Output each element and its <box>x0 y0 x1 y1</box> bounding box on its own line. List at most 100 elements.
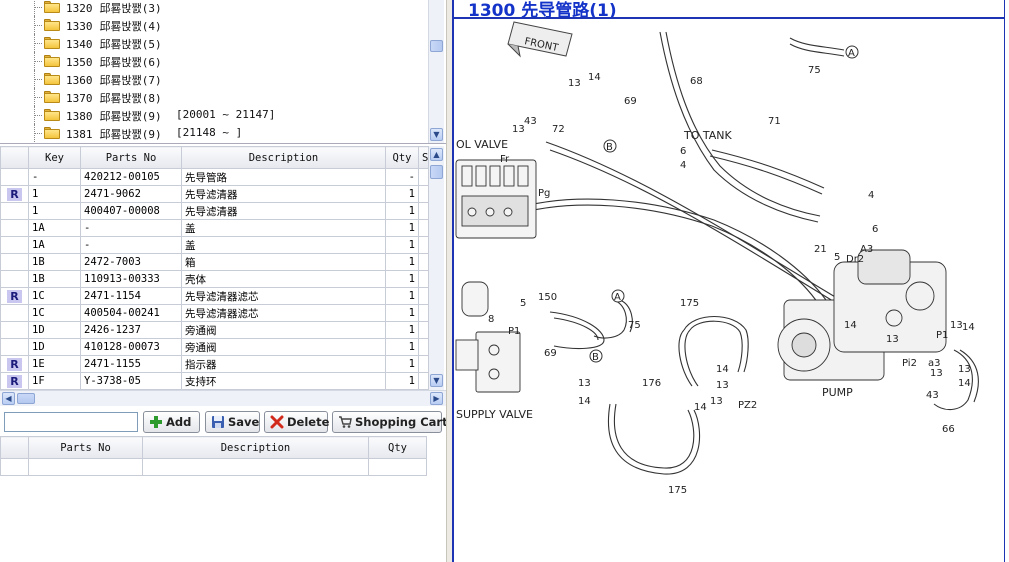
tree-item-code: 1381 <box>66 128 93 141</box>
qty-cell: 1 <box>385 202 419 220</box>
cart-column-header-description[interactable]: Description <box>142 436 369 459</box>
replacement-mark: R <box>7 289 22 303</box>
cart-empty-row[interactable] <box>0 458 427 476</box>
parts-table-row[interactable]: 1 400407-00008 先导滤清器 1 <box>0 202 433 220</box>
parts-scroll-down-button[interactable]: ▼ <box>430 374 443 387</box>
tree-connector <box>34 0 35 16</box>
delete-button[interactable]: Delete <box>264 411 329 433</box>
column-header-key[interactable]: Key <box>28 146 81 169</box>
tree-item[interactable]: 1330 邱晷밙쨄(4) <box>0 16 428 34</box>
add-button[interactable]: Add <box>143 411 200 433</box>
hscroll-right-button[interactable]: ▶ <box>430 392 443 405</box>
description-cell: 盖 <box>181 219 386 237</box>
part-number-6-tank: 6 <box>680 146 686 157</box>
plus-icon <box>150 416 162 428</box>
pz2-label: PZ2 <box>738 400 757 411</box>
column-header-parts-no[interactable]: Parts No <box>80 146 182 169</box>
key-cell: 1F <box>28 372 81 390</box>
key-cell: 1B <box>28 270 81 288</box>
part-search-input[interactable] <box>4 412 138 432</box>
cart-grid: Parts No Description Qty <box>0 436 446 562</box>
shopping-cart-button[interactable]: Shopping Cart <box>332 411 448 433</box>
column-header-qty[interactable]: Qty <box>385 146 419 169</box>
part-number-13-g: 13 <box>930 368 943 379</box>
part-number-66: 66 <box>942 424 955 435</box>
p1-left-label: P1 <box>508 326 520 337</box>
p1-right-label: P1 <box>936 330 948 341</box>
parts-no-cell: 110913-00333 <box>80 270 182 288</box>
qty-cell: 1 <box>385 287 419 305</box>
cart-column-header-mark[interactable] <box>0 436 29 459</box>
tree-scroll-down-button[interactable]: ▼ <box>430 128 443 141</box>
part-number-13-c: 13 <box>578 378 591 389</box>
control-valve-label: OL VALVE <box>456 138 508 151</box>
tree-item-code: 1360 <box>66 74 93 87</box>
parts-scroll-up-button[interactable]: ▲ <box>430 148 443 161</box>
parts-table-row[interactable]: 1B 2472-7003 箱 1 <box>0 253 433 271</box>
folder-icon <box>44 37 60 49</box>
tree-item[interactable]: 1370 邱晷밙쨄(8) <box>0 88 428 106</box>
hscroll-left-button[interactable]: ◀ <box>2 392 15 405</box>
tree-item[interactable]: 1360 邱晷밙쨄(7) <box>0 70 428 88</box>
tree-item-label: 1340 邱晷밙쨄(5) <box>66 36 162 52</box>
parts-no-cell: Y-3738-05 <box>80 372 182 390</box>
tree-scroll-thumb[interactable] <box>430 40 443 52</box>
parts-scrollbar[interactable]: ▲ ▼ <box>428 146 444 390</box>
parts-table-row[interactable]: R 1C 2471-1154 先导滤清器滤芯 1 <box>0 287 433 305</box>
tree-item-label: 1350 邱晷밙쨄(6) <box>66 54 162 70</box>
tree-item-label: 1360 邱晷밙쨄(7) <box>66 72 162 88</box>
pump-drawing <box>777 249 947 381</box>
tree-connector <box>34 61 42 62</box>
tree-item-label: 1380 邱晷밙쨄(9) <box>66 108 162 124</box>
row-mark-cell <box>0 168 29 186</box>
key-cell: 1D <box>28 338 81 356</box>
part-number-75-top: 75 <box>808 65 821 76</box>
tree-item[interactable]: 1350 邱晷밙쨄(6) <box>0 52 428 70</box>
key-cell: 1E <box>28 355 81 373</box>
shopping-cart-button-label: Shopping Cart <box>355 415 448 429</box>
part-number-4-tank: 4 <box>680 160 686 171</box>
tree-scrollbar[interactable]: ▼ <box>428 0 444 143</box>
hscroll-thumb[interactable] <box>17 393 35 404</box>
to-tank-label: TO TANK <box>683 129 732 142</box>
tree-item[interactable]: 1380 邱晷밙쨄(9) [20001 ~ 21147] <box>0 106 428 124</box>
parts-no-cell: 400504-00241 <box>80 304 182 322</box>
tree-item-range: [20001 ~ 21147] <box>176 108 276 121</box>
parts-diagram[interactable]: FRONT A B A B OL VALVE TO TANK SUPPLY VA… <box>454 0 1009 562</box>
supply-valve-label: SUPPLY VALVE <box>456 408 533 421</box>
parts-table-row[interactable]: 1C 400504-00241 先导滤清器滤芯 1 <box>0 304 433 322</box>
diagram-right-border <box>1004 0 1005 562</box>
cart-column-header-parts-no[interactable]: Parts No <box>28 436 143 459</box>
parts-table-row[interactable]: -420212-00105 先导管路 - <box>0 168 433 186</box>
column-header-mark[interactable] <box>0 146 29 169</box>
parts-table-row[interactable]: 1A - 盖 1 <box>0 219 433 237</box>
parts-scroll-thumb[interactable] <box>430 165 443 179</box>
tree-item-label: 1320 邱晷밙쨄(3) <box>66 0 162 16</box>
parts-table-row[interactable]: R 1E 2471-1155 指示器 1 <box>0 355 433 373</box>
parts-table-row[interactable]: R 1 2471-9062 先导滤清器 1 <box>0 185 433 203</box>
tree-item[interactable]: 1320 邱晷밙쨄(3) <box>0 0 428 16</box>
parts-table-row[interactable]: 1D 2426-1237 旁通阀 1 <box>0 321 433 339</box>
description-cell: 先导管路 <box>181 168 386 186</box>
parts-no-cell: 2472-7003 <box>80 253 182 271</box>
tree-item[interactable]: 1340 邱晷밙쨄(5) <box>0 34 428 52</box>
tree-item-name: 邱晷밙쨄(9) <box>99 128 162 141</box>
parts-table-row[interactable]: R 1F Y-3738-05 支持环 1 <box>0 372 433 390</box>
save-button[interactable]: Save <box>205 411 260 433</box>
part-number-14-g: 14 <box>958 378 971 389</box>
parts-table-row[interactable]: 1B 110913-00333 壳体 1 <box>0 270 433 288</box>
part-number-5-right: 5 <box>834 252 840 263</box>
part-number-72: 72 <box>552 124 565 135</box>
part-number-5-left: 5 <box>520 298 526 309</box>
tree-item[interactable]: 1381 邱晷밙쨄(9) [21148 ~ ] <box>0 124 428 142</box>
cart-column-header-qty[interactable]: Qty <box>368 436 427 459</box>
parts-table-row[interactable]: 1D 410128-00073 旁通阀 1 <box>0 338 433 356</box>
part-number-14-d: 14 <box>716 364 729 375</box>
parts-horizontal-scrollbar[interactable]: ◀ ▶ <box>0 390 446 406</box>
parts-grid: Key Parts No Description Qty S -420212-0… <box>0 146 446 390</box>
part-number-13-f: 13 <box>950 320 963 331</box>
parts-table-row[interactable]: 1A - 盖 1 <box>0 236 433 254</box>
description-cell: 先导滤清器滤芯 <box>181 304 386 322</box>
tree-item-name: 邱晷밙쨄(9) <box>99 110 162 123</box>
column-header-description[interactable]: Description <box>181 146 386 169</box>
